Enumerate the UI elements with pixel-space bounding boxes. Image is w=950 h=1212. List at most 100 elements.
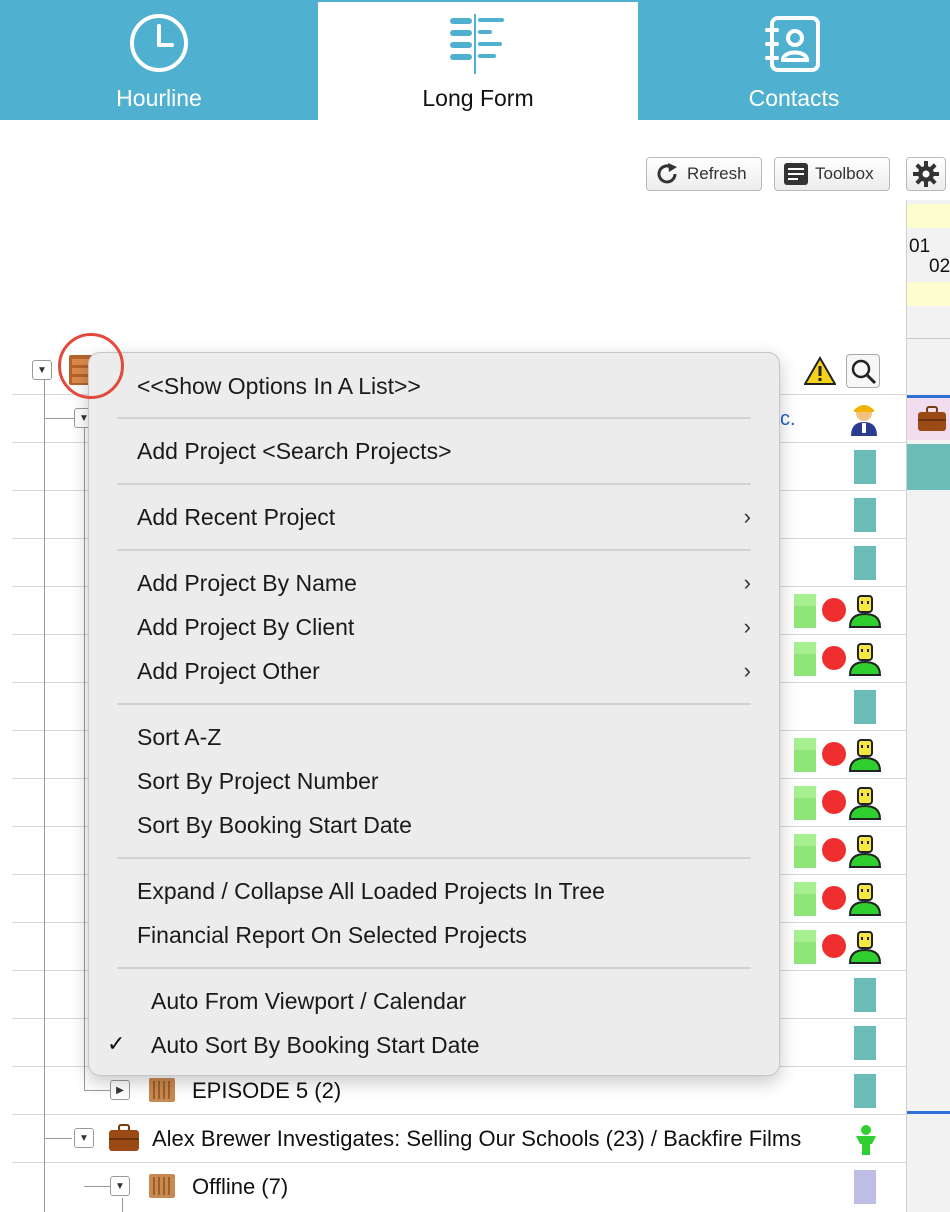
tab-contacts[interactable]: Contacts [638,0,950,120]
booking-bar[interactable] [854,1170,876,1204]
budget-bar [794,786,816,820]
person-icon [848,787,882,820]
toolbox-button[interactable]: Toolbox [774,157,890,191]
tree-connector [44,418,74,419]
refresh-button[interactable]: Refresh [646,157,762,191]
gear-icon [913,161,939,187]
calendar-strip[interactable]: 01 02 [906,200,950,1212]
menu-item-add-project-by-client[interactable]: Add Project By Client › [137,609,755,645]
menu-item-auto-from-viewport[interactable]: Auto From Viewport / Calendar [151,983,755,1019]
calendar-booking-bar[interactable] [907,444,950,490]
status-dot [822,886,846,910]
menu-item-sort-by-project-number[interactable]: Sort By Project Number [137,763,755,799]
menu-item-add-project-search[interactable]: Add Project <Search Projects> [137,433,755,469]
expand-toggle[interactable]: ▼ [74,1128,94,1148]
calendar-divider [907,338,950,339]
menu-item-expand-collapse-all[interactable]: Expand / Collapse All Loaded Projects In… [137,873,755,909]
briefcase-icon [918,406,946,431]
highlight-circle [58,333,124,399]
film-folder-icon [149,1078,175,1102]
context-menu: <<Show Options In A List>> Add Project <… [88,352,780,1076]
person-icon [851,405,877,436]
booking-bar[interactable] [854,1074,876,1108]
menu-separator [117,857,751,859]
status-dot [822,838,846,862]
person-icon [848,643,882,676]
project-row-label[interactable]: Alex Brewer Investigates: Selling Our Sc… [152,1126,801,1152]
status-dot [822,934,846,958]
tree-connector [44,380,45,1212]
budget-bar [794,594,816,628]
chevron-right-icon: › [743,614,751,639]
tab-long-form[interactable]: Long Form [318,2,638,120]
menu-item-add-project-other[interactable]: Add Project Other › [137,653,755,689]
calendar-header-band [907,282,950,306]
settings-button[interactable] [906,157,946,191]
tree-connector [84,1090,110,1091]
row-divider [12,1114,906,1115]
project-row-label[interactable]: EPISODE 5 (2) [192,1078,341,1104]
menu-separator [117,483,751,485]
search-icon [851,359,877,385]
calendar-today-line [907,1111,950,1114]
status-dot [822,598,846,622]
person-icon [848,595,882,628]
expand-toggle[interactable]: ▼ [32,360,52,380]
menu-item-sort-by-booking-start[interactable]: Sort By Booking Start Date [137,807,755,843]
menu-separator [117,549,751,551]
booking-bar[interactable] [854,546,876,580]
search-button[interactable] [846,354,880,388]
menu-item-add-project-by-name[interactable]: Add Project By Name › [137,565,755,601]
person-icon [848,739,882,772]
tree-connector [84,428,85,1090]
toolbox-label: Toolbox [815,164,874,183]
calendar-day-label: 01 [909,236,931,257]
row-divider [12,1162,906,1163]
warning-icon[interactable] [804,356,836,386]
tab-long-form-label: Long Form [422,85,534,111]
project-row-label[interactable]: Offline (7) [192,1174,288,1200]
checkmark-icon: ✓ [107,1031,126,1056]
clock-icon [130,14,188,72]
chevron-right-icon: › [743,658,751,683]
budget-bar [794,642,816,676]
tab-contacts-label: Contacts [748,85,840,111]
menu-item-show-options-list[interactable]: <<Show Options In A List>> [137,368,755,404]
tree-connector [122,1198,123,1212]
tab-hourline-label: Hourline [116,85,202,111]
contacts-book-icon [765,16,820,72]
booking-bar[interactable] [854,1026,876,1060]
tree-connector [84,1186,110,1187]
person-icon [848,883,882,916]
chevron-right-icon: › [743,570,751,595]
expand-toggle[interactable]: ▶ [110,1080,130,1100]
calendar-day-label: 02 [929,256,950,277]
menu-item-add-recent-project[interactable]: Add Recent Project › [137,499,755,535]
budget-bar [794,882,816,916]
tab-bar: Hourline Long Form Contacts [0,0,950,120]
tree-connector [44,1138,72,1139]
person-green-icon [856,1125,876,1155]
menu-item-financial-report[interactable]: Financial Report On Selected Projects [137,917,755,953]
menu-item-sort-a-z[interactable]: Sort A-Z [137,719,755,755]
booking-bar[interactable] [854,978,876,1012]
tab-hourline[interactable]: Hourline [0,0,318,120]
budget-bar [794,834,816,868]
person-icon [848,835,882,868]
refresh-label: Refresh [687,164,747,183]
status-dot [822,742,846,766]
client-link-partial[interactable]: c. [780,408,796,431]
timeline-icon [450,14,504,74]
briefcase-icon [109,1124,139,1151]
calendar-header-band [907,204,950,228]
menu-separator [117,967,751,969]
budget-bar [794,930,816,964]
person-icon [848,931,882,964]
menu-separator [117,417,751,419]
menu-item-auto-sort-booking-start[interactable]: Auto Sort By Booking Start Date [151,1027,755,1063]
booking-bar[interactable] [854,690,876,724]
expand-toggle[interactable]: ▼ [110,1176,130,1196]
toolbox-icon [784,163,808,185]
booking-bar[interactable] [854,498,876,532]
booking-bar[interactable] [854,450,876,484]
